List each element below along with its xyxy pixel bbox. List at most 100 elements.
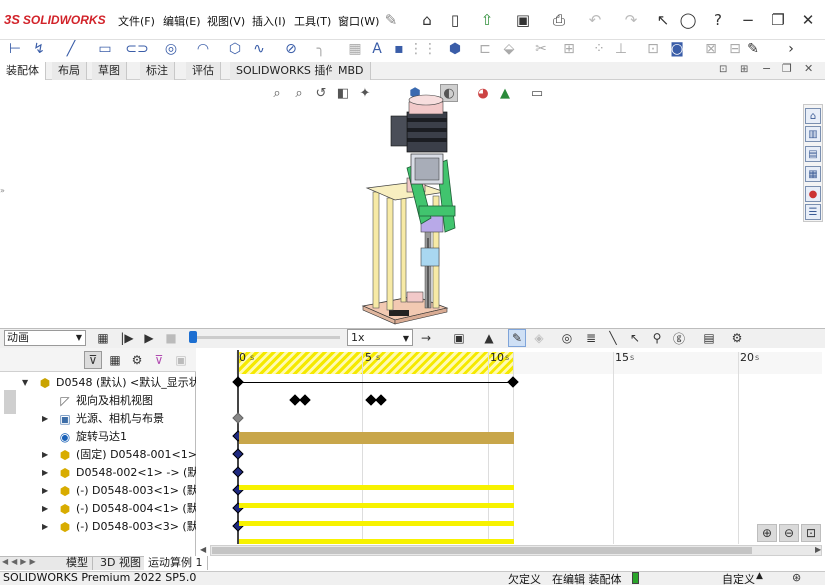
playback-slider-thumb[interactable] <box>189 331 197 343</box>
line-icon[interactable]: ╱ <box>62 40 80 58</box>
doc-close-icon[interactable]: ✕ <box>804 62 813 75</box>
tab-assembly[interactable]: 装配体 <box>0 62 46 80</box>
component-change-bar[interactable] <box>239 539 514 544</box>
play-icon[interactable]: ▶ <box>140 329 158 347</box>
tab-scroll-arrows-icon[interactable]: ◀◀▶▶ <box>2 557 39 566</box>
tab-mbd[interactable]: MBD <box>332 62 371 80</box>
gravity-icon[interactable]: ⓖ <box>670 329 688 347</box>
results-plots-icon[interactable]: ▤ <box>700 329 718 347</box>
pin-icon[interactable]: ✎ <box>382 11 400 29</box>
smart-dimension-icon[interactable]: ⊢ <box>6 40 24 58</box>
tree-item-assembly[interactable]: ▼ ⬢ D0548 (默认) <默认_显示状态 <box>0 374 196 392</box>
study-properties-icon[interactable]: ⚙ <box>728 329 746 347</box>
tree-item-component[interactable]: ▶ ⬢ D0548-002<1> -> (默认) <box>0 464 196 482</box>
spline-icon[interactable]: ∿ <box>250 40 268 58</box>
close-icon[interactable]: ✕ <box>799 11 817 29</box>
file-explorer-icon[interactable]: ▤ <box>805 146 821 162</box>
sketch-edit-icon[interactable]: ✎ <box>744 40 762 58</box>
user-icon[interactable]: ◯ <box>679 11 697 29</box>
expand-icon[interactable]: ▶ <box>42 446 52 464</box>
menu-window[interactable]: 窗口(W) <box>338 13 379 29</box>
tree-item-view-camera[interactable]: ◸ 视向及相机视图 <box>0 392 196 410</box>
playback-speed-select[interactable]: 1x ▼ <box>347 329 413 346</box>
view-corner-icon[interactable]: ⊡ <box>719 64 727 75</box>
undo-icon[interactable]: ↶ <box>586 11 604 29</box>
filter-selected-icon[interactable]: ⚙ <box>128 351 146 369</box>
expand-icon[interactable]: ▶ <box>42 482 52 500</box>
tab-3d-views[interactable]: 3D 视图 <box>96 556 146 570</box>
solidworks-logo[interactable]: 3S SOLIDWORKS <box>4 12 106 27</box>
expand-icon[interactable]: ▶ <box>42 410 52 428</box>
view-icon[interactable]: ◙ <box>668 40 686 58</box>
home-icon[interactable]: ⌂ <box>418 11 436 29</box>
slot-icon[interactable]: ⊂⊃ <box>125 40 148 58</box>
section-view-icon[interactable]: ◧ <box>334 84 352 102</box>
tree-item-component[interactable]: ▶ ⬢ (-) D0548-003<1> (默认) <box>0 482 196 500</box>
redo-icon[interactable]: ↷ <box>622 11 640 29</box>
help-icon[interactable]: ? <box>709 11 727 29</box>
view-palette-icon[interactable]: ▦ <box>805 166 821 182</box>
convert-icon[interactable]: ⬙ <box>500 40 518 58</box>
tab-solidworks-addins[interactable]: SOLIDWORKS 插件 <box>230 62 344 80</box>
expand-icon[interactable]: ▶ <box>42 518 52 536</box>
zoom-out-timeline-icon[interactable]: ⊖ <box>779 524 799 542</box>
mirror-icon[interactable]: ⋮⋮ <box>409 40 437 58</box>
custom-properties-icon[interactable]: ☰ <box>805 204 821 220</box>
circle-icon[interactable]: ◎ <box>162 40 180 58</box>
appearance-icon[interactable]: ◕ <box>474 84 492 102</box>
previous-view-icon[interactable]: ↺ <box>312 84 330 102</box>
rebuild-indicator-icon[interactable] <box>632 572 639 584</box>
select-arrow-icon[interactable]: ↖ <box>654 11 672 29</box>
zoom-area-icon[interactable]: ⌕ <box>290 84 308 102</box>
design-library-icon[interactable]: ▥ <box>805 126 821 142</box>
contact-icon[interactable]: ⚲ <box>648 329 666 347</box>
force-icon[interactable]: ↖ <box>626 329 644 347</box>
part-cube-icon[interactable]: ⬢ <box>446 40 464 58</box>
menu-file[interactable]: 文件(F) <box>118 13 155 29</box>
split-view-icon[interactable]: ⊞ <box>740 64 748 75</box>
linear-pattern-icon[interactable]: ⁘ <box>590 40 608 58</box>
spring-icon[interactable]: ≣ <box>582 329 600 347</box>
tree-item-rotary-motor[interactable]: ◉ 旋转马达1 <box>0 428 196 446</box>
minimize-icon[interactable]: − <box>739 11 757 29</box>
filter-animated-icon[interactable]: ⊽ <box>84 351 102 369</box>
help-bubble-icon[interactable]: ⊛ <box>792 571 801 584</box>
filter-driving-icon[interactable]: ▦ <box>106 351 124 369</box>
zoom-fit-timeline-icon[interactable]: ⊡ <box>801 524 821 542</box>
resources-home-icon[interactable]: ⌂ <box>805 108 821 124</box>
doc-restore-icon[interactable]: ❐ <box>782 62 792 75</box>
plane-icon[interactable]: ▦ <box>346 40 364 58</box>
stop-icon[interactable]: ■ <box>162 329 180 347</box>
timeline-scrollbar-thumb[interactable] <box>212 547 752 554</box>
move-icon[interactable]: ⊞ <box>560 40 578 58</box>
open-icon[interactable]: ⇧ <box>478 11 496 29</box>
damper-icon[interactable]: ╲ <box>604 329 622 347</box>
collapse-icon[interactable]: ▼ <box>22 374 32 392</box>
tab-layout[interactable]: 布局 <box>52 62 87 80</box>
arc-icon[interactable]: ◠ <box>194 40 212 58</box>
component-change-bar[interactable] <box>239 485 514 490</box>
filter-results-icon[interactable]: ⊽ <box>150 351 168 369</box>
zoom-in-timeline-icon[interactable]: ⊕ <box>757 524 777 542</box>
rectangle-icon[interactable]: ▭ <box>96 40 114 58</box>
scroll-left-icon[interactable]: ◀ <box>200 545 206 554</box>
new-document-icon[interactable]: ▯ <box>446 11 464 29</box>
instant2d-icon[interactable]: ⊟ <box>726 40 744 58</box>
play-from-start-icon[interactable]: |▶ <box>118 329 136 347</box>
more-right-icon[interactable]: › <box>782 40 800 58</box>
menu-insert[interactable]: 插入(I) <box>252 13 286 29</box>
component-change-bar[interactable] <box>239 503 514 508</box>
calculate-icon[interactable]: ▦ <box>94 329 112 347</box>
motor-tool-icon[interactable]: ◎ <box>558 329 576 347</box>
point-icon[interactable]: ▪ <box>390 40 408 58</box>
mouse-gesture-icon[interactable]: ↯ <box>30 40 48 58</box>
appearances-icon[interactable]: ● <box>805 186 821 202</box>
component-change-bar[interactable] <box>239 521 514 526</box>
playback-slider-track[interactable] <box>192 336 340 339</box>
autokey-icon[interactable]: ✎ <box>508 329 526 347</box>
expand-icon[interactable]: ▶ <box>42 464 52 482</box>
panel-collapse-handle[interactable]: » <box>0 186 5 195</box>
fillet-icon[interactable]: ╮ <box>312 40 330 58</box>
add-key-icon[interactable]: ◈ <box>530 329 548 347</box>
offset-icon[interactable]: ⊏ <box>476 40 494 58</box>
